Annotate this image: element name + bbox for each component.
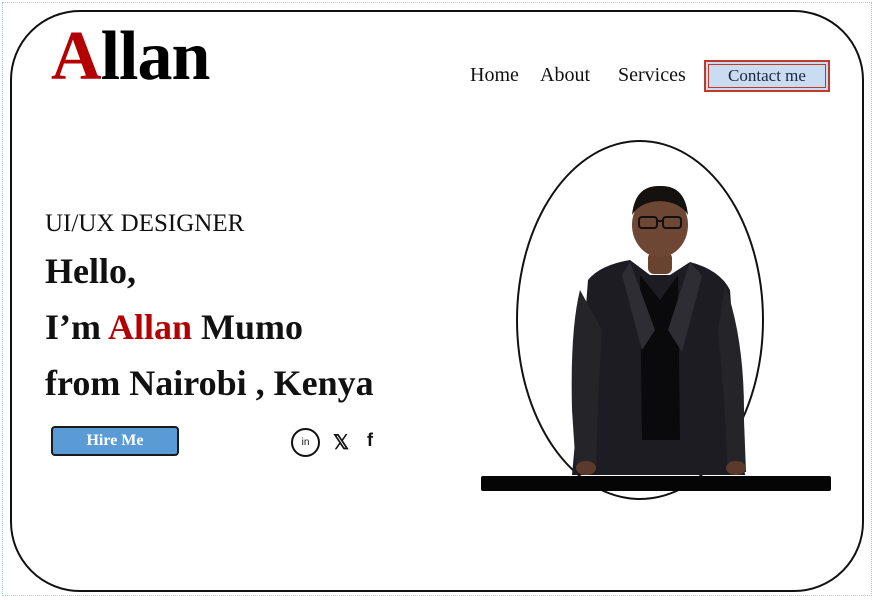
photo-base-bar (481, 476, 831, 491)
site-logo[interactable]: Allan (51, 22, 210, 92)
logo-rest: llan (100, 18, 211, 95)
hire-me-label: Hire Me (86, 432, 144, 449)
headline-greeting: Hello, (45, 251, 136, 291)
intro-prefix: I’m (45, 307, 108, 347)
facebook-icon-text: f (367, 430, 373, 450)
first-name: Allan (108, 307, 193, 347)
contact-button[interactable]: Contact me (704, 60, 830, 92)
hire-me-button[interactable]: Hire Me (51, 426, 179, 456)
nav-home-label[interactable]: Home (470, 64, 519, 86)
headline-name: I’m Allan Mumo (45, 306, 303, 348)
role-title: UI/UX DESIGNER (45, 210, 245, 237)
nav-services-label[interactable]: Services (618, 64, 686, 86)
contact-button-label: Contact me (728, 66, 806, 85)
nav-services[interactable]: Services (618, 64, 686, 87)
logo-first-letter: A (51, 18, 102, 95)
linkedin-icon[interactable]: in (291, 428, 320, 457)
nav-about[interactable]: About (540, 64, 590, 87)
facebook-icon[interactable]: f (367, 430, 373, 451)
headline-location: from Nairobi , Kenya (45, 363, 374, 403)
nav-home[interactable]: Home (470, 64, 519, 87)
nav-about-label[interactable]: About (540, 64, 590, 86)
x-icon[interactable]: 𝕏 (333, 430, 349, 455)
linkedin-icon-text: in (301, 437, 310, 448)
profile-photo (571, 185, 746, 475)
x-icon-text: 𝕏 (333, 432, 350, 454)
last-name: Mumo (192, 307, 304, 347)
